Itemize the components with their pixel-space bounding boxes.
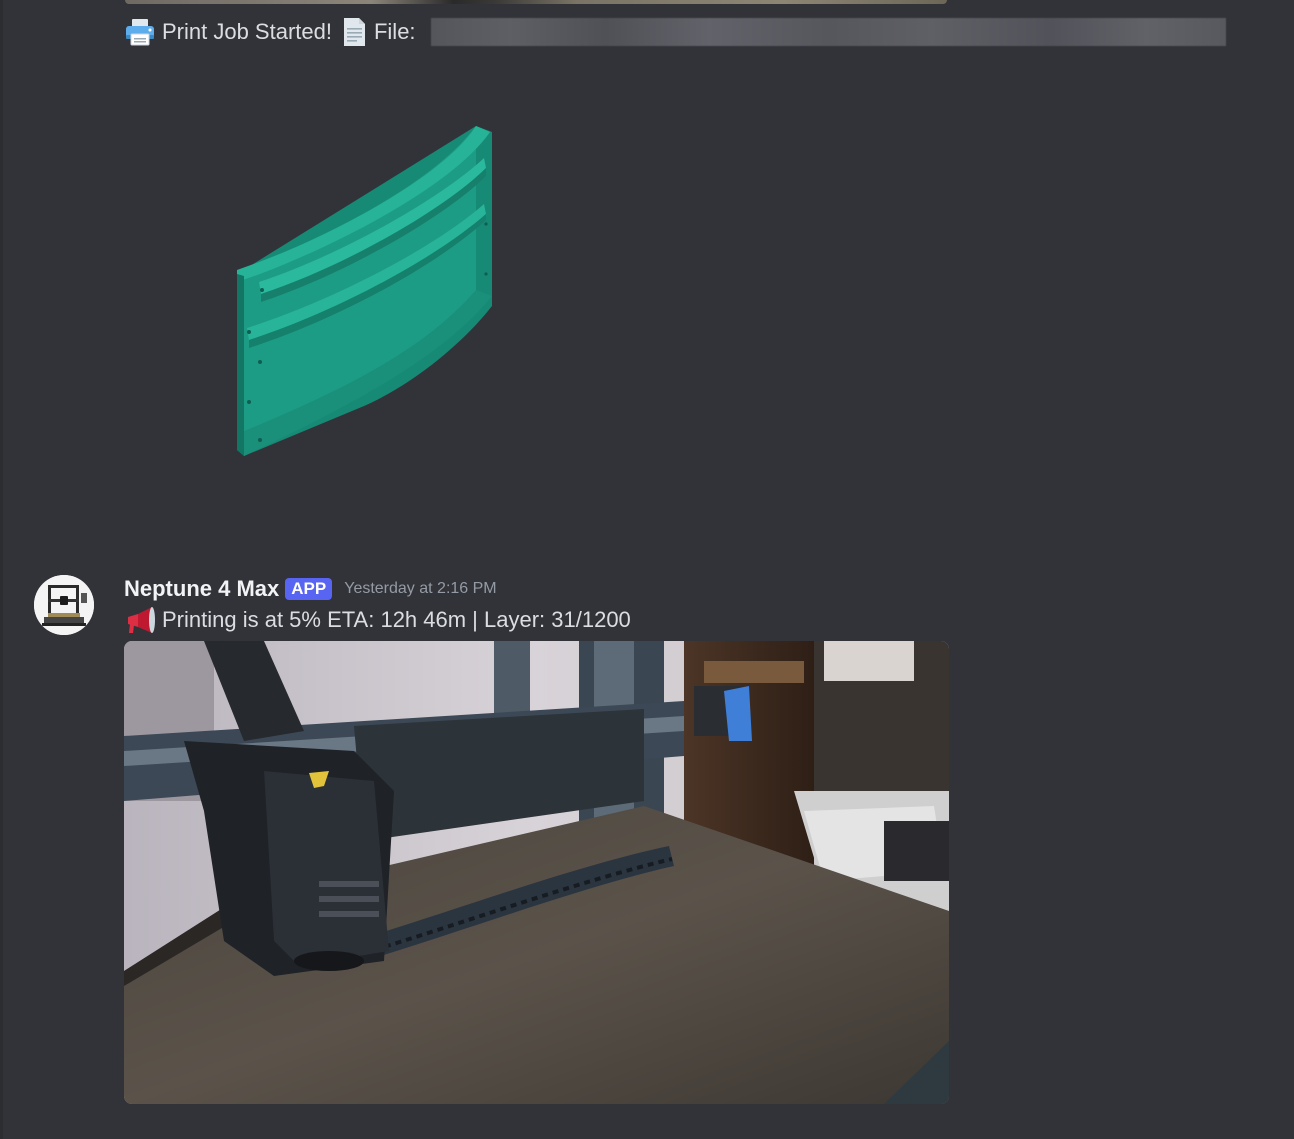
part-preview-image[interactable] <box>124 84 524 484</box>
file-label: File: <box>373 19 416 44</box>
page-document-icon <box>338 17 370 47</box>
redacted-filename <box>431 18 1226 46</box>
chat-message-list: Print Job Started! File: Neptune 4 Max A… <box>0 0 1294 1139</box>
message-timestamp[interactable]: Yesterday at 2:16 PM <box>344 580 496 598</box>
progress-message: Printing is at 5% ETA: 12h 46m | Layer: … <box>124 605 631 635</box>
loudspeaker-icon <box>124 605 156 635</box>
progress-text: Printing is at 5% ETA: 12h 46m | Layer: … <box>162 607 631 632</box>
app-badge: APP <box>285 578 333 600</box>
sidebar-edge <box>0 0 3 1139</box>
bot-avatar[interactable] <box>34 575 94 635</box>
print-started-text: Print Job Started! <box>162 19 332 44</box>
printer-camera-image[interactable] <box>124 641 949 1104</box>
print-started-message: Print Job Started! File: <box>124 17 416 47</box>
author-name[interactable]: Neptune 4 Max <box>124 576 279 602</box>
message-header: Neptune 4 Max APP Yesterday at 2:16 PM <box>124 574 497 604</box>
printer-icon <box>124 17 156 47</box>
previous-image-attachment[interactable] <box>125 0 947 4</box>
